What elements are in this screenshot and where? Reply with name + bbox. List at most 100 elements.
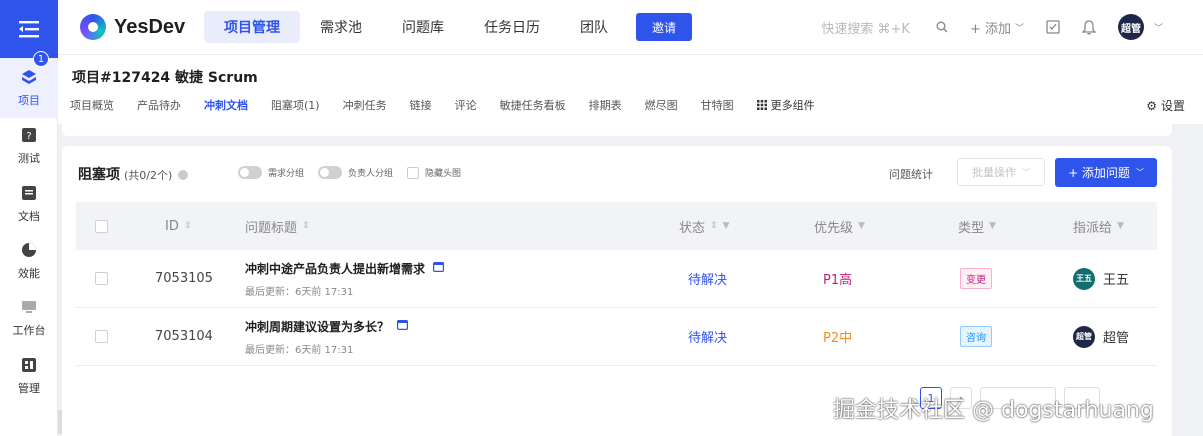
settings-button[interactable]: ⚙ 设置 (1146, 97, 1185, 114)
user-avatar[interactable]: 超管 (1117, 14, 1144, 40)
calendar-icon[interactable] (397, 319, 409, 334)
left-rail: 1 项目 ? 测试 文档 效能 工作台 管理 (0, 0, 58, 436)
top-right-tools: 快速搜索 ⌘+K + 添加 ﹀ 超管 ﹀ (821, 0, 1203, 54)
add-issue-button[interactable]: + 添加问题 ﹀ (1055, 158, 1157, 187)
table-row[interactable]: 7053104 冲刺周期建议设置为多长？ 最后更新：6天前 17:31 待解决 … (76, 308, 1157, 366)
rail-item-workbench[interactable]: 工作台 (0, 298, 58, 338)
nav-project-management[interactable]: 项目管理 (204, 11, 300, 43)
menu-toggle-button[interactable] (0, 0, 58, 58)
tab-agile-board[interactable]: 敏捷任务看板 (500, 97, 566, 113)
issue-type-cell: 咨询 (960, 308, 992, 365)
rail-item-admin[interactable]: 管理 (0, 356, 58, 396)
issue-stats-link[interactable]: 问题统计 (889, 166, 933, 182)
col-priority[interactable]: 优先级 ▼ (814, 202, 865, 250)
gear-icon: ⚙ (1146, 98, 1157, 113)
col-id[interactable]: ID ⇕ (165, 202, 191, 250)
tab-blockers[interactable]: 阻塞项(1) (271, 97, 320, 113)
col-label: 类型 (958, 220, 985, 236)
filter-icon[interactable]: ▼ (723, 221, 730, 231)
row-checkbox[interactable] (95, 330, 108, 343)
sort-icon[interactable]: ⇕ (302, 221, 310, 231)
assignee-cell[interactable]: 王五 王五 (1073, 250, 1129, 307)
type-tag-consult[interactable]: 咨询 (960, 326, 992, 347)
select-all-checkbox[interactable] (95, 202, 108, 250)
issue-title-link[interactable]: 冲刺中途产品负责人提出新增需求 (245, 260, 425, 277)
issue-title-link[interactable]: 冲刺周期建议设置为多长？ (245, 318, 389, 335)
col-status[interactable]: 状态 ⇕ ▼ (679, 202, 729, 250)
rail-item-doc[interactable]: 文档 (0, 184, 58, 224)
pie-chart-icon (20, 241, 38, 259)
rail-item-label: 测试 (18, 152, 40, 165)
project-tabs: 项目概览 产品待办 冲刺文档 阻塞项(1) 冲刺任务 链接 评论 敏捷任务看板 … (70, 97, 838, 113)
add-label: + 添加 (969, 21, 1011, 37)
type-tag-change[interactable]: 变更 (960, 268, 992, 289)
grid-dots-icon (756, 100, 767, 110)
sort-icon[interactable]: ⇕ (184, 221, 192, 231)
filter-icon[interactable]: ▼ (1117, 221, 1124, 231)
col-label: 指派给 (1073, 220, 1113, 236)
tab-gantt[interactable]: 甘特图 (701, 97, 734, 113)
tab-burndown[interactable]: 燃尽图 (645, 97, 678, 113)
hide-header-checkbox[interactable] (407, 166, 420, 179)
rail-item-test[interactable]: ? 测试 (0, 126, 58, 166)
search-icon[interactable] (936, 21, 948, 33)
group-by-owner-switch[interactable] (318, 166, 343, 179)
issue-last-updated: 最后更新：6天前 17:31 (245, 344, 354, 356)
add-dropdown[interactable]: + 添加 ﹀ (970, 18, 1024, 37)
tab-links[interactable]: 链接 (410, 97, 432, 113)
tab-more-components[interactable]: 更多组件 (756, 97, 815, 113)
row-checkbox[interactable] (95, 272, 108, 285)
filter-icon[interactable]: ▼ (989, 221, 996, 231)
previous-card-bottom (62, 124, 1172, 136)
nav-team[interactable]: 团队 (560, 11, 628, 43)
calendar-icon[interactable] (433, 261, 445, 276)
assignee-cell[interactable]: 超管 超管 (1073, 308, 1129, 365)
rail-item-label: 效能 (18, 267, 40, 280)
toggle-label: 需求分组 (268, 169, 305, 179)
filter-icon[interactable]: ▼ (858, 221, 865, 231)
tab-overview[interactable]: 项目概览 (70, 97, 114, 113)
project-header: 项目#127424 敏捷 Scrum 项目概览 产品待办 冲刺文档 阻塞项(1)… (58, 54, 1203, 124)
group-by-requirement-switch[interactable] (238, 166, 262, 179)
help-icon[interactable] (178, 170, 189, 180)
checkbox-task-icon[interactable] (1046, 20, 1060, 34)
batch-action-button[interactable]: 批量操作 ﹀ (957, 158, 1045, 186)
sort-icon[interactable]: ⇕ (710, 221, 718, 231)
desktop-icon (20, 298, 38, 316)
nav-task-calendar[interactable]: 任务日历 (464, 11, 560, 43)
issue-status[interactable]: 待解决 (688, 250, 727, 307)
invite-button[interactable]: 邀请 (636, 13, 693, 41)
notification-badge: 1 (33, 51, 49, 67)
rail-item-label: 项目 (18, 94, 40, 107)
issue-title-cell: 冲刺中途产品负责人提出新增需求 最后更新：6天前 17:31 (245, 250, 445, 307)
nav-requirement-pool[interactable]: 需求池 (300, 11, 382, 43)
issue-priority[interactable]: P1高 (823, 250, 852, 307)
bell-icon[interactable] (1081, 19, 1096, 35)
tab-comments[interactable]: 评论 (455, 97, 477, 113)
nav-issue-library[interactable]: 问题库 (382, 11, 464, 43)
col-label: ID (165, 218, 179, 234)
grouping-toggles: 需求分组 负责人分组 隐藏头图 (238, 166, 461, 179)
col-title[interactable]: 问题标题 ⇕ (245, 202, 310, 250)
col-type[interactable]: 类型 ▼ (958, 202, 996, 250)
logo[interactable]: YesDev (80, 14, 185, 40)
assignee-name: 超管 (1103, 331, 1130, 346)
rail-item-efficiency[interactable]: 效能 (0, 241, 58, 281)
chevron-down-icon[interactable]: ﹀ (1154, 21, 1163, 34)
doc-icon (20, 184, 38, 202)
tab-sprint-docs[interactable]: 冲刺文档 (204, 97, 248, 113)
issue-title-cell: 冲刺周期建议设置为多长？ 最后更新：6天前 17:31 (245, 308, 409, 365)
blockers-title: 阻塞项 (共0/2个) (78, 164, 189, 184)
issue-status[interactable]: 待解决 (688, 308, 727, 365)
chevron-down-icon: ﹀ (1014, 23, 1024, 34)
tab-backlog[interactable]: 产品待办 (137, 97, 181, 113)
rail-item-project[interactable]: 1 项目 (0, 51, 58, 118)
col-assignee[interactable]: 指派给 ▼ (1073, 202, 1124, 250)
col-label: 优先级 (814, 220, 854, 236)
tab-sprint-tasks[interactable]: 冲刺任务 (343, 97, 387, 113)
checkbox[interactable] (95, 219, 108, 233)
tab-schedule[interactable]: 排期表 (589, 97, 622, 113)
quick-search-hint[interactable]: 快速搜索 ⌘+K (821, 18, 910, 37)
table-row[interactable]: 7053105 冲刺中途产品负责人提出新增需求 最后更新：6天前 17:31 待… (76, 250, 1157, 308)
issue-priority[interactable]: P2中 (823, 308, 852, 365)
